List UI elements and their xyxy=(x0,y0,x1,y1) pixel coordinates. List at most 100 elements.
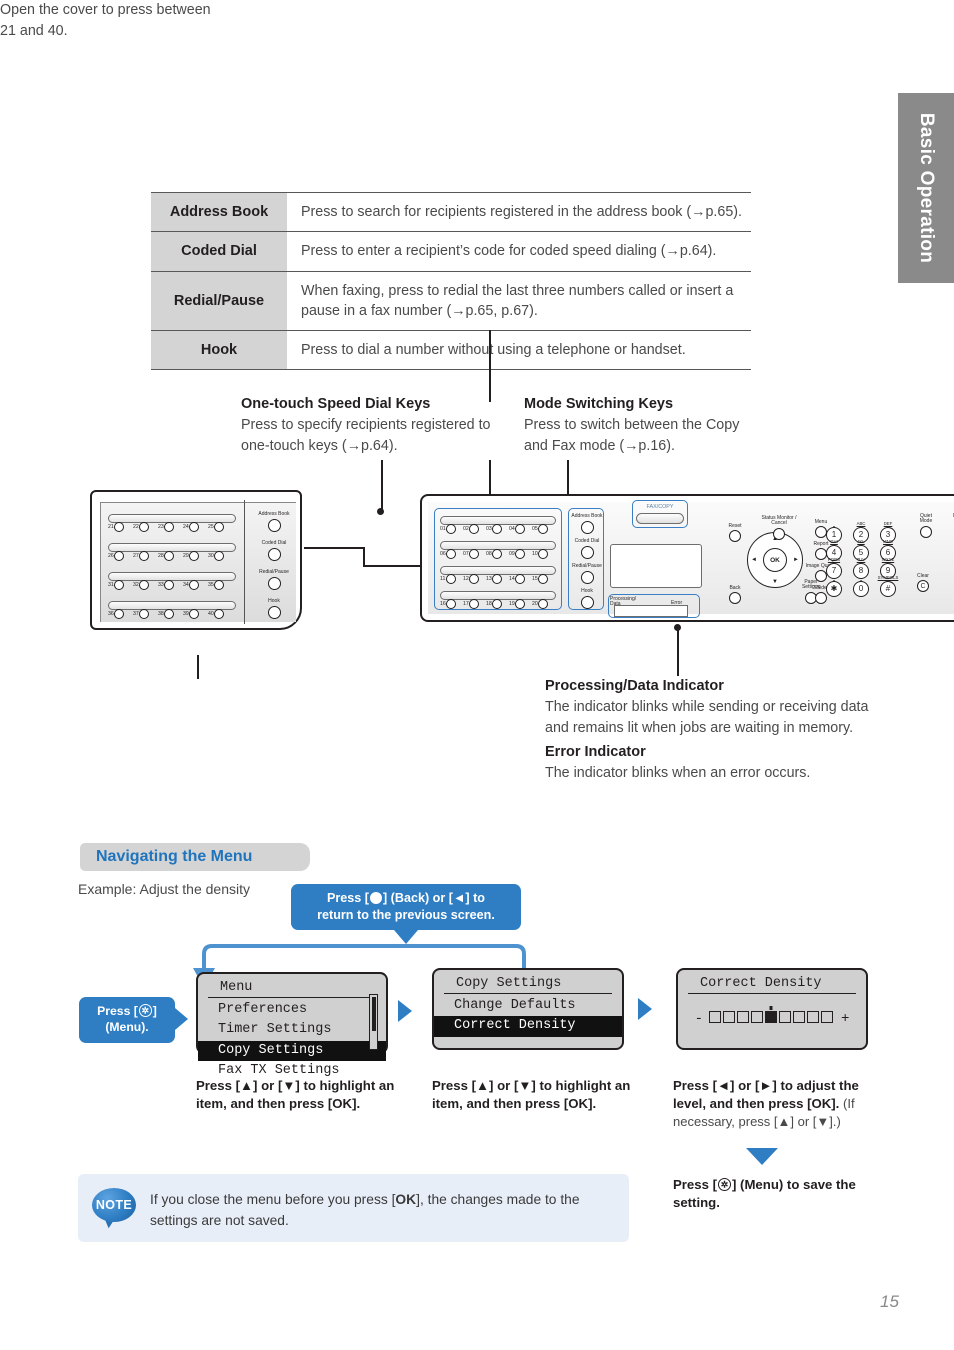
function-button-coded-dial[interactable]: Coded Dial xyxy=(250,540,298,561)
density-cells[interactable] xyxy=(709,1010,835,1028)
start-button[interactable]: Start xyxy=(940,572,954,594)
one-touch-key-circle[interactable] xyxy=(139,551,150,561)
one-touch-key-circle[interactable] xyxy=(515,524,526,534)
density-cell[interactable] xyxy=(821,1011,833,1023)
density-cell[interactable] xyxy=(793,1011,805,1023)
one-touch-key[interactable]: 08 xyxy=(486,549,503,559)
one-touch-key-circle[interactable] xyxy=(469,524,480,534)
nav-right-icon[interactable]: ► xyxy=(793,557,799,563)
one-touch-key-circle[interactable] xyxy=(214,551,225,561)
one-touch-key-circle[interactable] xyxy=(139,609,150,619)
one-touch-key[interactable]: 28 xyxy=(158,551,175,561)
one-touch-key-circle[interactable] xyxy=(446,599,457,609)
one-touch-key-circle[interactable] xyxy=(515,599,526,609)
one-touch-key-circle[interactable] xyxy=(538,574,549,584)
one-touch-key-circle[interactable] xyxy=(139,580,150,590)
one-touch-key-circle[interactable] xyxy=(114,609,125,619)
one-touch-key[interactable]: 09 xyxy=(509,549,526,559)
one-touch-key[interactable]: 17 xyxy=(463,599,480,609)
one-touch-key-circle[interactable] xyxy=(469,549,480,559)
one-touch-key-circle[interactable] xyxy=(492,574,503,584)
list-item[interactable]: Timer Settings xyxy=(198,1020,386,1040)
one-touch-key[interactable]: 36 xyxy=(108,609,125,619)
function-button-circle[interactable] xyxy=(267,547,281,561)
one-touch-key-circle[interactable] xyxy=(492,549,503,559)
function-button-address-book[interactable]: Address Book xyxy=(250,511,298,532)
keypad-key-circle[interactable]: 0 xyxy=(853,580,869,597)
one-touch-key-circle[interactable] xyxy=(214,609,225,619)
one-touch-key-circle[interactable] xyxy=(214,580,225,590)
one-touch-key-circle[interactable] xyxy=(164,609,175,619)
status-monitor-cancel-button[interactable]: Status Monitor / Cancel xyxy=(754,515,804,540)
one-touch-key[interactable]: 18 xyxy=(486,599,503,609)
density-cell[interactable] xyxy=(751,1011,763,1023)
one-touch-key-circle[interactable] xyxy=(492,524,503,534)
lcd-scrollbar-thumb[interactable] xyxy=(371,996,376,1031)
one-touch-key[interactable]: 37 xyxy=(133,609,150,619)
one-touch-key[interactable]: 27 xyxy=(133,551,150,561)
numeric-keypad[interactable]: 1 ABC 2 DEF 3 GHI 4 JKL 5 MNO 6 PQRS 7 TUV 8 WXYZ 9 ✱ 0S… xyxy=(822,521,930,597)
one-touch-key[interactable]: 29 xyxy=(183,551,200,561)
density-cell[interactable] xyxy=(737,1011,749,1023)
function-button-hook[interactable]: Hook xyxy=(250,598,298,619)
list-item-selected[interactable]: Correct Density xyxy=(434,1016,622,1037)
one-touch-key-circle[interactable] xyxy=(164,580,175,590)
one-touch-key[interactable]: 38 xyxy=(158,609,175,619)
one-touch-key-circle[interactable] xyxy=(538,549,549,559)
stop-button[interactable]: Stop xyxy=(942,544,954,562)
one-touch-key[interactable]: 04 xyxy=(509,524,526,534)
energy-saver-button[interactable]: Energy Saver xyxy=(942,513,954,538)
keypad-key-0[interactable]: 0 xyxy=(849,576,873,597)
one-touch-key[interactable]: 14 xyxy=(509,574,526,584)
one-touch-key[interactable]: 11 xyxy=(440,574,456,584)
one-touch-key-circle[interactable] xyxy=(446,549,457,559)
ok-button[interactable]: OK xyxy=(763,548,787,572)
one-touch-key-circle[interactable] xyxy=(139,522,150,532)
one-touch-key-circle[interactable] xyxy=(164,522,175,532)
function-button-redial-pause[interactable]: Redial/Pause xyxy=(570,563,604,584)
keypad-key-#[interactable]: SYMBOLS # xyxy=(876,575,900,597)
one-touch-key[interactable]: 10 xyxy=(532,549,549,559)
nav-down-icon[interactable]: ▼ xyxy=(772,579,778,585)
fax-copy-button[interactable] xyxy=(636,513,684,524)
one-touch-key[interactable]: 39 xyxy=(183,609,200,619)
one-touch-key[interactable]: 33 xyxy=(158,580,175,590)
one-touch-key-circle[interactable] xyxy=(114,551,125,561)
one-touch-key[interactable]: 01 xyxy=(440,524,457,534)
one-touch-key[interactable]: 25 xyxy=(208,522,225,532)
back-button[interactable]: Back xyxy=(716,585,754,605)
one-touch-key[interactable]: 24 xyxy=(183,522,200,532)
one-touch-key[interactable]: 30 xyxy=(208,551,225,561)
function-button-circle[interactable] xyxy=(267,605,281,619)
density-cell[interactable] xyxy=(723,1011,735,1023)
density-cell-active[interactable] xyxy=(765,1011,777,1023)
one-touch-key[interactable]: 22 xyxy=(133,522,150,532)
one-touch-key-circle[interactable] xyxy=(446,524,457,534)
one-touch-key[interactable]: 26 xyxy=(108,551,125,561)
one-touch-key[interactable]: 35 xyxy=(208,580,225,590)
function-button-redial-pause[interactable]: Redial/Pause xyxy=(250,569,298,590)
one-touch-key-circle[interactable] xyxy=(515,549,526,559)
one-touch-key-circle[interactable] xyxy=(469,599,480,609)
one-touch-key[interactable]: 02 xyxy=(463,524,480,534)
function-button-coded-dial[interactable]: Coded Dial xyxy=(570,538,604,559)
lcd-scrollbar[interactable] xyxy=(369,994,378,1050)
one-touch-key-circle[interactable] xyxy=(114,522,125,532)
one-touch-key-circle[interactable] xyxy=(189,522,200,532)
nav-left-icon[interactable]: ◄ xyxy=(751,557,757,563)
density-slider[interactable]: - + xyxy=(678,1010,866,1028)
one-touch-key[interactable]: 07 xyxy=(463,549,480,559)
keypad-key-circle[interactable]: # xyxy=(880,580,896,597)
list-item-selected[interactable]: Copy Settings xyxy=(198,1040,386,1062)
one-touch-key[interactable]: 20 xyxy=(532,599,549,609)
one-touch-key-circle[interactable] xyxy=(515,574,526,584)
one-touch-key-circle[interactable] xyxy=(164,551,175,561)
one-touch-key-circle[interactable] xyxy=(189,609,200,619)
function-button-circle[interactable] xyxy=(580,520,594,534)
density-cell[interactable] xyxy=(709,1011,721,1023)
one-touch-key-circle[interactable] xyxy=(189,580,200,590)
density-cell[interactable] xyxy=(779,1011,791,1023)
one-touch-key[interactable]: 31 xyxy=(108,580,125,590)
one-touch-key-circle[interactable] xyxy=(214,522,225,532)
one-touch-key[interactable]: 34 xyxy=(183,580,200,590)
